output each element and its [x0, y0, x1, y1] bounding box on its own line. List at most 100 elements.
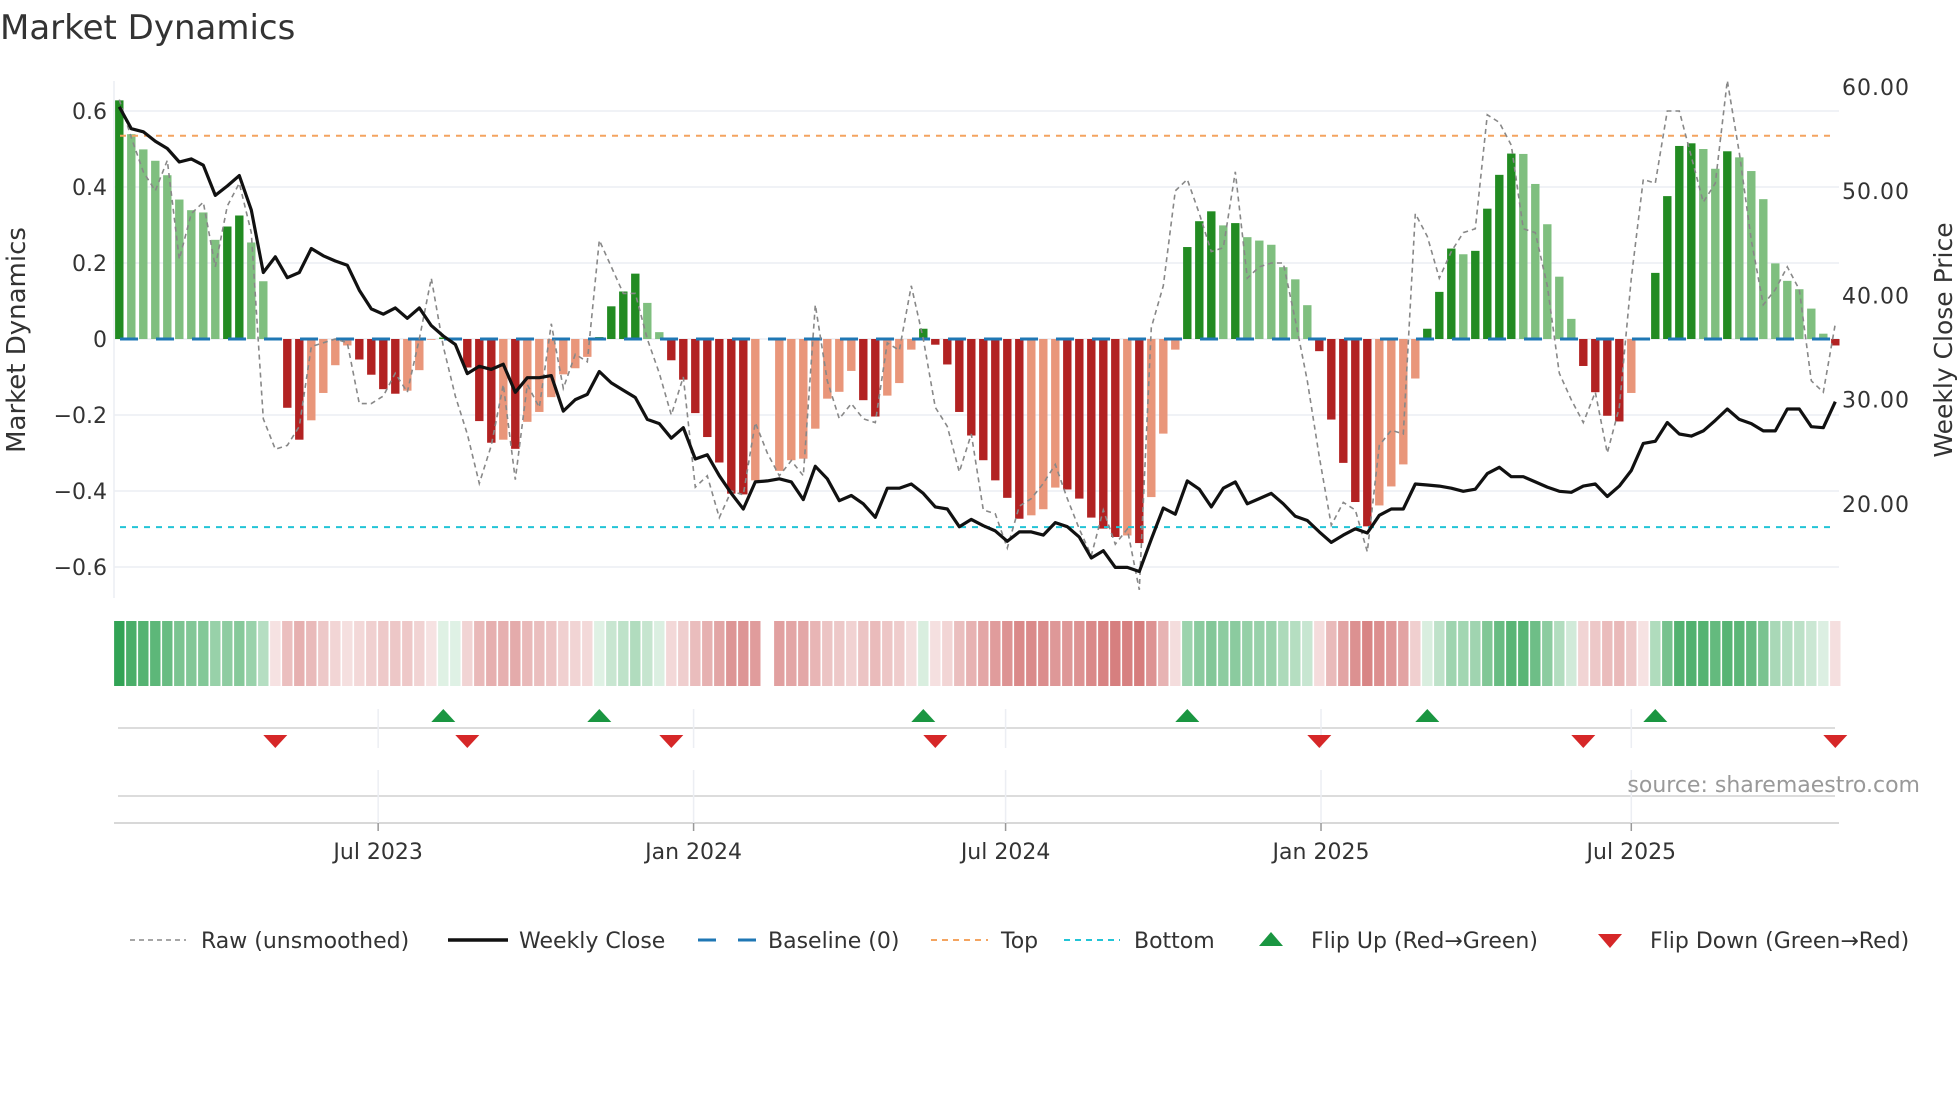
heat-cell: [1038, 621, 1049, 686]
legend-item-top[interactable]: Top: [931, 929, 1038, 954]
bar-positive: [1567, 318, 1576, 339]
heat-cell: [1446, 621, 1457, 686]
flip-down-marker: [455, 735, 480, 748]
heat-cell: [654, 621, 665, 686]
heat-cell: [306, 621, 317, 686]
bar-positive: [1531, 183, 1540, 339]
bar-positive: [1303, 305, 1312, 339]
bars: [115, 100, 1840, 544]
legend-item-raw[interactable]: Raw (unsmoothed): [130, 929, 409, 954]
legend: Raw (unsmoothed) Weekly Close Baseline (…: [130, 929, 1909, 954]
heat-cell: [222, 621, 233, 686]
heat-cell: [246, 621, 257, 686]
flip-down-marker: [1307, 735, 1332, 748]
legend-label-raw: Raw (unsmoothed): [201, 929, 409, 954]
heat-cell: [1278, 621, 1289, 686]
heat-cell: [1422, 621, 1433, 686]
heat-cell: [1746, 621, 1757, 686]
heat-cell: [438, 621, 449, 686]
legend-label-flip-up: Flip Up (Red→Green): [1311, 929, 1538, 954]
heat-cell: [1710, 621, 1721, 686]
heat-cell: [162, 621, 173, 686]
legend-item-close[interactable]: Weekly Close: [448, 929, 665, 954]
heat-cell: [1566, 621, 1577, 686]
bar-positive: [127, 134, 136, 339]
heat-strip: [114, 621, 1841, 686]
bar-negative: [739, 339, 748, 495]
bar-negative: [355, 339, 364, 360]
bar-negative: [907, 339, 916, 350]
bar-positive: [1483, 208, 1492, 339]
triangle-up-icon: [1259, 932, 1283, 946]
heat-cell: [1578, 621, 1589, 686]
bar-negative: [1363, 339, 1372, 527]
bar-negative: [367, 339, 376, 375]
legend-item-bottom[interactable]: Bottom: [1064, 929, 1215, 954]
bar-positive: [1543, 224, 1552, 339]
heat-cell: [1110, 621, 1121, 686]
heat-cell: [1338, 621, 1349, 686]
heat-cell: [1830, 621, 1841, 686]
heat-cell: [1350, 621, 1361, 686]
heat-cell: [702, 621, 713, 686]
heat-cell: [1050, 621, 1061, 686]
heat-cell: [1770, 621, 1781, 686]
y2-tick-label: 30.00: [1842, 389, 1910, 414]
heat-cell: [1626, 621, 1637, 686]
heat-cell: [978, 621, 989, 686]
heat-cell: [618, 621, 629, 686]
bar-negative: [1111, 339, 1120, 537]
bar-negative: [703, 339, 712, 438]
bar-positive: [1555, 276, 1564, 339]
y2-tick-label: 40.00: [1842, 284, 1910, 309]
heat-cell: [342, 621, 353, 686]
bar-positive: [163, 175, 172, 339]
heat-cell: [954, 621, 965, 686]
legend-item-flip-down[interactable]: Flip Down (Green→Red): [1598, 929, 1909, 954]
heat-cell: [474, 621, 485, 686]
bar-positive: [1423, 328, 1432, 339]
heat-cell: [1086, 621, 1097, 686]
bar-positive: [1255, 240, 1264, 339]
bar-negative: [715, 339, 724, 463]
heat-cell: [846, 621, 857, 686]
heat-cell: [1602, 621, 1613, 686]
heat-cell: [1014, 621, 1025, 686]
bar-positive: [1675, 145, 1684, 339]
bar-negative: [835, 339, 844, 392]
heat-cell: [1218, 621, 1229, 686]
bar-negative: [1591, 339, 1600, 393]
heat-cell: [330, 621, 341, 686]
heat-cell: [1002, 621, 1013, 686]
heat-cell: [1818, 621, 1829, 686]
y-tick-label: 0.4: [72, 176, 107, 201]
y2-tick-label: 60.00: [1842, 76, 1910, 101]
heat-cell: [282, 621, 293, 686]
flip-down-marker: [659, 735, 684, 748]
y2-tick-label: 20.00: [1842, 493, 1910, 518]
bar-negative: [391, 339, 400, 394]
bar-negative: [1039, 339, 1048, 510]
bar-positive: [259, 281, 268, 339]
legend-item-flip-up[interactable]: Flip Up (Red→Green): [1259, 929, 1538, 954]
heat-cell: [570, 621, 581, 686]
heat-cell: [1254, 621, 1265, 686]
heat-cell: [1206, 621, 1217, 686]
heat-cell: [114, 621, 125, 686]
heat-cell: [1410, 621, 1421, 686]
flip-down-marker: [1823, 735, 1848, 748]
legend-label-baseline: Baseline (0): [768, 929, 899, 954]
heat-cell: [1638, 621, 1649, 686]
heat-cell: [1386, 621, 1397, 686]
bar-positive: [1735, 157, 1744, 339]
x-tick-label: Jul 2023: [331, 840, 423, 865]
bar-negative: [1579, 339, 1588, 366]
heat-cell: [750, 621, 761, 686]
heat-cell: [210, 621, 221, 686]
heat-cell: [354, 621, 365, 686]
legend-item-baseline[interactable]: Baseline (0): [698, 929, 899, 954]
legend-label-bottom: Bottom: [1134, 929, 1215, 954]
heat-cell: [726, 621, 737, 686]
bar-negative: [955, 339, 964, 412]
heat-cell: [606, 621, 617, 686]
